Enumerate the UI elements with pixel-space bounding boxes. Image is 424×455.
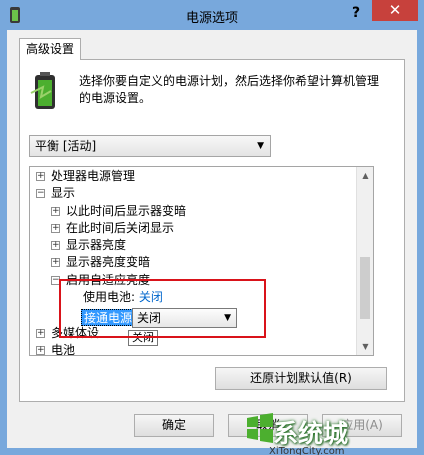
expand-icon[interactable]: + — [51, 258, 60, 267]
tree-item-display-brightness[interactable]: + 显示器亮度 — [51, 237, 126, 254]
tree-item-turn-off-display[interactable]: + 在此时间后关闭显示 — [51, 220, 174, 237]
cancel-button[interactable]: 取消 — [228, 414, 308, 437]
expand-icon[interactable]: + — [51, 241, 60, 250]
scroll-up-icon[interactable]: ▲ — [357, 167, 373, 184]
tree-item-label: 电池 — [51, 343, 76, 356]
tree-item-display[interactable]: − 显示 — [36, 185, 75, 202]
power-options-dialog: 高级设置 选择你要自定义的电源计划，然后选择你希望计算机管理的电源设置。 平衡 … — [7, 30, 417, 455]
chevron-down-icon: ▼ — [257, 141, 264, 151]
apply-button[interactable]: 应用(A) — [322, 414, 402, 437]
expand-icon[interactable]: + — [51, 207, 60, 216]
tree-item-processor[interactable]: + 处理器电源管理 — [36, 168, 135, 185]
highlight-box — [59, 279, 266, 338]
tree-item-label: 以此时间后显示器变暗 — [66, 204, 187, 218]
scrollbar-thumb[interactable] — [360, 257, 370, 319]
restore-defaults-button[interactable]: 还原计划默认值(R) — [215, 367, 387, 390]
tree-scrollbar[interactable]: ▲ ▼ — [356, 167, 373, 355]
plan-description: 选择你要自定义的电源计划，然后选择你希望计算机管理的电源设置。 — [79, 74, 380, 105]
tree-item-label: 显示器亮度 — [66, 238, 127, 252]
tree-item-label: 处理器电源管理 — [51, 169, 136, 183]
title-bar[interactable]: 电源选项 ? ✕ — [0, 0, 424, 30]
help-button[interactable]: ? — [344, 2, 368, 24]
tree-item-dim-display[interactable]: + 以此时间后显示器变暗 — [51, 203, 186, 220]
power-plan-select[interactable]: 平衡 [活动] ▼ — [29, 135, 271, 157]
tree-item-label: 显示器亮度变暗 — [66, 255, 151, 269]
expand-icon[interactable]: + — [36, 346, 45, 355]
tree-item-battery[interactable]: + 电池 — [36, 342, 76, 356]
collapse-icon[interactable]: − — [36, 189, 45, 198]
ok-button[interactable]: 确定 — [134, 414, 214, 437]
battery-icon — [30, 72, 55, 109]
tree-item-label: 在此时间后关闭显示 — [66, 221, 175, 235]
expand-icon[interactable]: + — [36, 172, 45, 181]
expand-icon[interactable]: + — [51, 224, 60, 233]
watermark-subtext: XiTongCity.com — [269, 446, 345, 455]
scroll-down-icon[interactable]: ▼ — [357, 338, 373, 355]
tree-item-label: 显示 — [51, 186, 76, 200]
expand-icon[interactable]: + — [36, 329, 45, 338]
close-button[interactable]: ✕ — [372, 0, 418, 21]
tree-item-dimmed-brightness[interactable]: + 显示器亮度变暗 — [51, 254, 150, 271]
power-plan-value: 平衡 [活动] — [35, 139, 97, 153]
tab-advanced-settings[interactable]: 高级设置 — [19, 38, 81, 60]
